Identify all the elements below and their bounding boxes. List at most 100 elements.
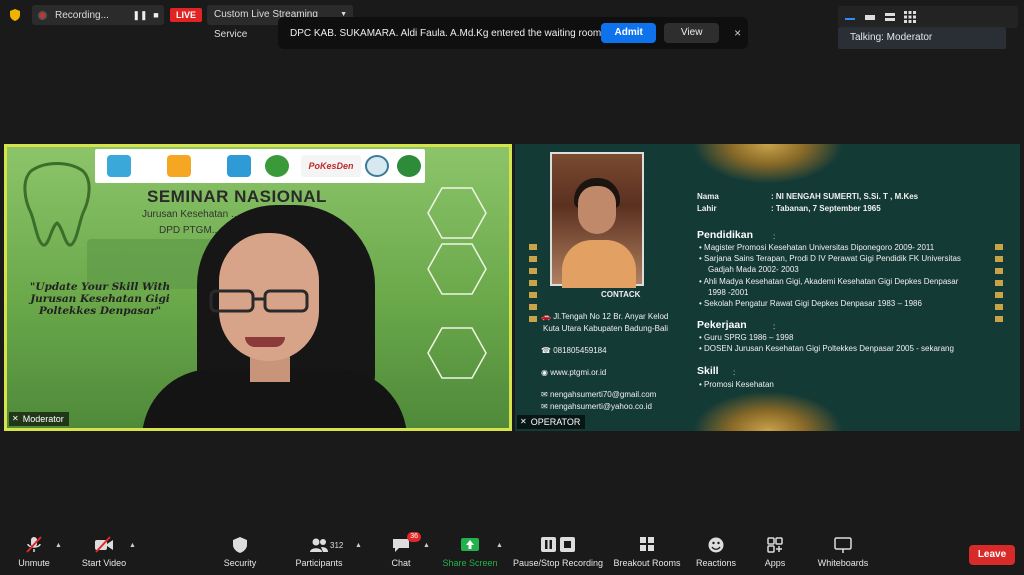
recording-indicator: Recording... ❚❚ ■ <box>32 5 164 25</box>
ornament-chain-right <box>995 244 1003 324</box>
unmute-label: Unmute <box>18 558 50 568</box>
stop-icon[interactable]: ■ <box>148 10 164 20</box>
start-video-label: Start Video <box>81 558 127 568</box>
breakout-rooms-label: Breakout Rooms <box>613 558 681 568</box>
pendidikan-item: • Sarjana Sains Terapan, Prodi D IV Pera… <box>699 254 961 263</box>
security-label: Security <box>223 558 257 568</box>
chat-unread-badge: 36 <box>407 532 421 542</box>
pendidikan-item: • Magister Promosi Kesehatan Universitas… <box>699 243 935 252</box>
view-layout-bar <box>838 6 1018 28</box>
record-dot-icon <box>38 10 47 20</box>
muted-mic-icon: ✕ <box>520 417 527 426</box>
whiteboards-button[interactable]: Whiteboards <box>812 536 874 568</box>
jkg-logo <box>397 155 421 177</box>
email-2-text: nengahsumerti@yahoo.co.id <box>549 402 652 411</box>
nama-value: : NI NENGAH SUMERTI, S.Si. T , M.Kes <box>771 192 919 201</box>
video-tile-moderator[interactable]: PoKesDen SEMINAR NASIONAL Jurusan Keseha… <box>4 144 512 431</box>
participant-name: OPERATOR <box>530 417 581 427</box>
breakout-rooms-icon <box>640 537 654 551</box>
photo-body <box>562 240 636 288</box>
chat-icon: 36 <box>391 532 421 554</box>
participant-name: Moderator <box>22 414 64 424</box>
view-button[interactable]: View <box>664 23 720 43</box>
kemenkes-logo <box>107 155 131 177</box>
poltekkes-logo <box>265 155 289 177</box>
pendidikan-item-text: Magister Promosi Kesehatan Universitas D… <box>704 243 935 252</box>
pendidikan-item-text: Ahli Madya Kesehatan Gigi, Akademi Keseh… <box>703 277 959 286</box>
admit-button[interactable]: Admit <box>601 23 657 43</box>
tooth-icon <box>23 162 91 247</box>
live-badge: LIVE <box>170 8 202 22</box>
skill-colon: : <box>733 368 736 377</box>
pause-icon[interactable]: ❚❚ <box>132 10 148 21</box>
seminar-title: SEMINAR NASIONAL <box>147 187 327 206</box>
audio-options-chevron-icon[interactable]: ▲ <box>55 542 62 549</box>
chat-label: Chat <box>391 558 411 568</box>
breakout-rooms-button[interactable]: Breakout Rooms <box>612 536 682 568</box>
hexagon-shape <box>427 187 487 239</box>
globe-icon: ◉ <box>541 368 551 377</box>
gallery-strip-icon[interactable] <box>864 11 876 23</box>
side-by-side-icon[interactable] <box>884 11 896 23</box>
smiley-icon <box>708 537 724 553</box>
participants-chevron-icon[interactable]: ▲ <box>355 542 362 549</box>
whiteboards-label: Whiteboards <box>817 558 869 568</box>
skill-heading: Skill <box>697 365 719 377</box>
start-video-button[interactable]: Start Video <box>78 536 130 568</box>
meeting-toolbar: Unmute ▲ Start Video ▲ Security Particip… <box>0 532 1024 575</box>
pendidikan-item: • Ahli Madya Kesehatan Gigi, Akademi Kes… <box>699 277 959 286</box>
leave-button[interactable]: Leave <box>969 545 1015 565</box>
share-options-chevron-icon[interactable]: ▲ <box>496 542 503 549</box>
shield-icon <box>233 537 247 553</box>
share-screen-button[interactable]: Share Screen <box>442 536 498 568</box>
reactions-button[interactable]: Reactions <box>694 536 738 568</box>
ptgmi-logo <box>365 155 389 177</box>
ornament-top <box>693 144 843 184</box>
notification-message: DPC KAB. SUKAMARA. Aldi Faula. A.Md.Kg e… <box>290 27 602 39</box>
video-options-chevron-icon[interactable]: ▲ <box>129 542 136 549</box>
lahir-label: Lahir <box>697 204 717 213</box>
recording-label: Recording... <box>55 9 109 21</box>
share-screen-label: Share Screen <box>442 558 498 568</box>
apps-label: Apps <box>764 558 786 568</box>
security-button[interactable]: Security <box>220 536 260 568</box>
contact-heading: CONTACK <box>601 290 641 299</box>
participant-name-tag: ✕ OPERATOR <box>517 415 586 429</box>
muted-mic-icon: ✕ <box>12 414 19 423</box>
mail-icon: ✉ <box>541 402 550 411</box>
pendidikan-item: • Sekolah Pengatur Rawat Gigi Depkes Den… <box>699 299 922 308</box>
apps-button[interactable]: Apps <box>760 536 790 568</box>
chat-chevron-icon[interactable]: ▲ <box>423 542 430 549</box>
pause-stop-recording-button[interactable]: Pause/Stop Recording <box>512 536 604 568</box>
pendidikan-item-text: Sekolah Pengatur Rawat Gigi Depkes Denpa… <box>704 299 922 308</box>
shield-icon[interactable] <box>8 8 22 22</box>
email-line-2: ✉ nengahsumerti@yahoo.co.id <box>541 402 652 411</box>
grid-view-icon[interactable] <box>904 11 916 23</box>
unmute-button[interactable]: Unmute <box>14 536 54 568</box>
address-line-1: 🚗 Jl.Tengah No 12 Br. Anyar Kelod <box>541 312 668 321</box>
pekerjaan-colon: : <box>773 322 776 331</box>
participant-name-tag: ✕ Moderator <box>9 412 69 426</box>
pendidikan-colon: : <box>773 232 776 241</box>
skill-item-text: Promosi Kesehatan <box>704 380 774 389</box>
recording-label: Pause/Stop Recording <box>512 558 604 568</box>
address-line-2: Kuta Utara Kabupaten Badung-Bali <box>543 324 668 333</box>
pendidikan-item-text: Sarjana Sains Terapan, Prodi D IV Perawa… <box>704 254 961 263</box>
chat-button[interactable]: 36 Chat <box>386 532 421 568</box>
video-tile-operator[interactable]: CONTACK 🚗 Jl.Tengah No 12 Br. Anyar Kelo… <box>515 144 1020 431</box>
website-line: ◉ www.ptgmi.or.id <box>541 368 606 377</box>
ornament-bottom <box>693 391 843 431</box>
close-icon[interactable]: × <box>727 26 748 40</box>
seminar-slogan: "Update Your Skill With Jurusan Kesehata… <box>29 281 171 317</box>
waiting-room-notification: DPC KAB. SUKAMARA. Aldi Faula. A.Md.Kg e… <box>278 17 748 49</box>
speaker-view-icon[interactable] <box>844 11 856 23</box>
phone-text: 081805459184 <box>553 346 607 355</box>
phone-icon: ☎ <box>541 346 554 355</box>
nama-label: Nama <box>697 192 719 201</box>
address-1-text: Jl.Tengah No 12 Br. Anyar Kelod <box>553 312 669 321</box>
photo-face <box>578 186 616 234</box>
pekerjaan-heading: Pekerjaan <box>697 319 747 331</box>
email-line-1: ✉ nengahsumerti70@gmail.com <box>541 390 656 399</box>
participants-icon <box>310 538 328 552</box>
video-off-icon <box>95 536 113 553</box>
